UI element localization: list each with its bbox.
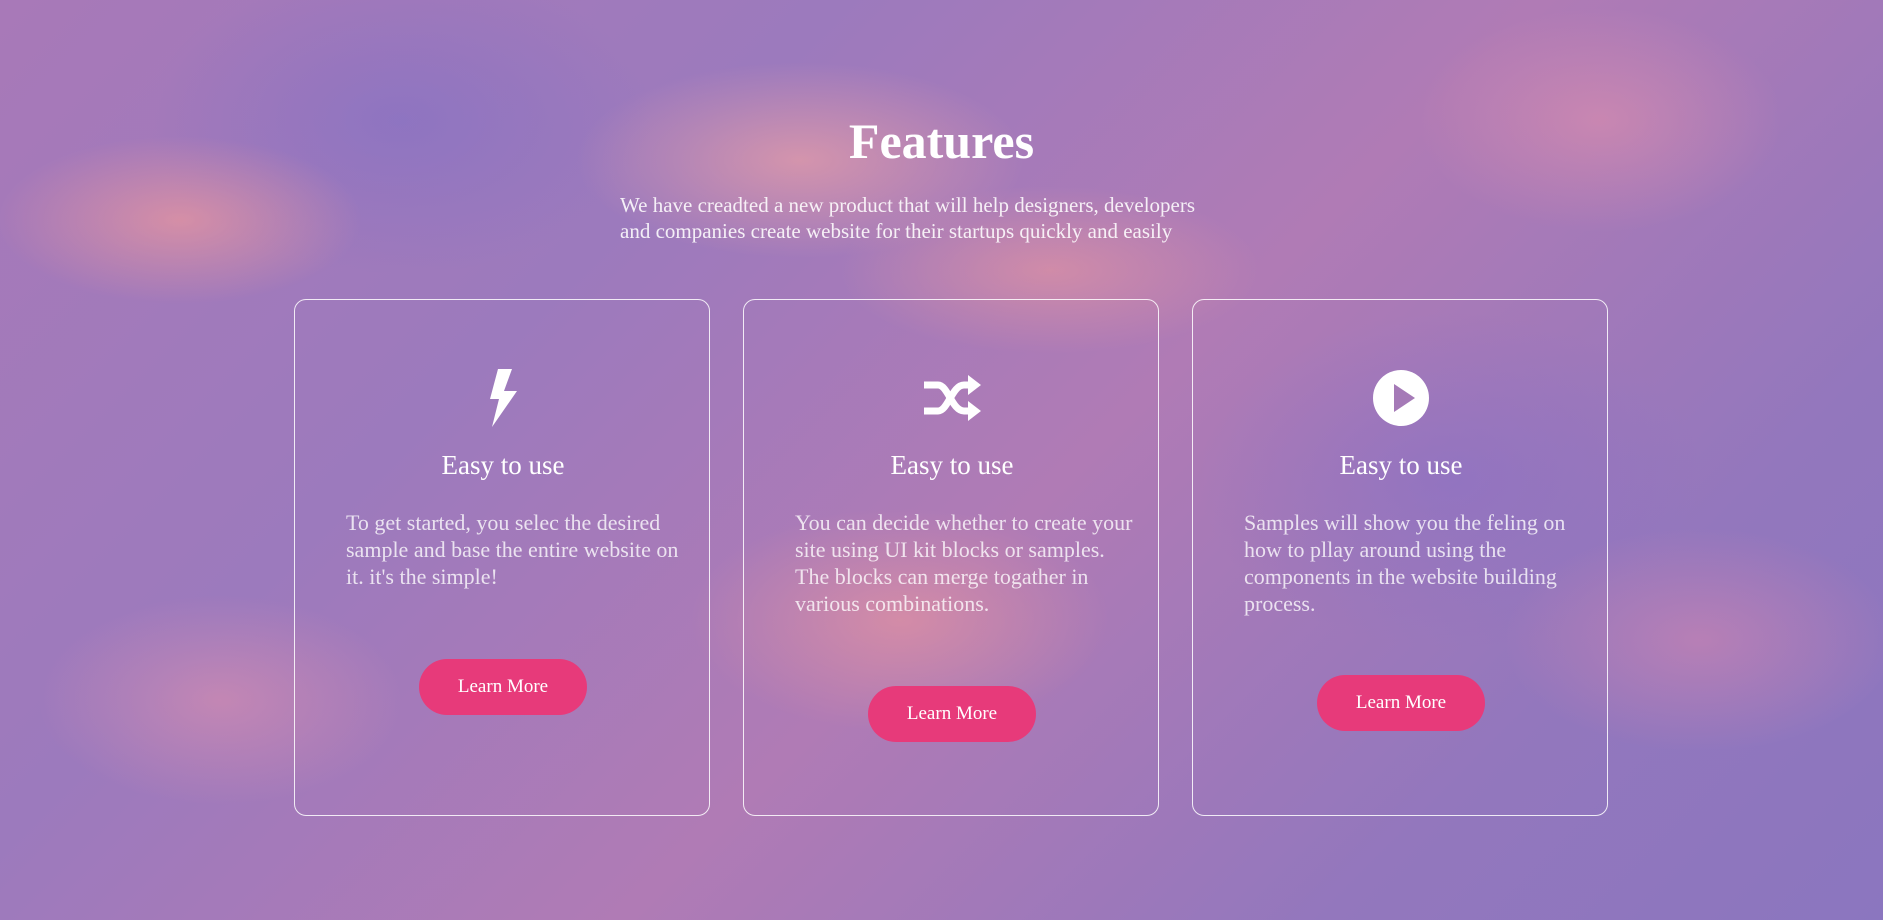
learn-more-button[interactable]: Learn More <box>419 659 587 715</box>
learn-more-button[interactable]: Learn More <box>1317 675 1485 731</box>
card-title: Easy to use <box>1339 450 1463 480</box>
card-title: Easy to use <box>441 450 565 480</box>
card-text: To get started, you selec the desired sa… <box>346 510 679 589</box>
subtitle-line-2: and companies create website for their s… <box>620 219 1173 243</box>
learn-more-button[interactable]: Learn More <box>868 686 1036 742</box>
feature-card-3: Easy to use Samples will show you the fe… <box>1192 299 1608 816</box>
page-title: Features <box>848 113 1035 169</box>
lightning-bolt-icon <box>295 368 711 428</box>
card-text: You can decide whether to create your si… <box>795 510 1133 616</box>
page-subtitle: We have creadted a new product that will… <box>620 192 1280 244</box>
card-title: Easy to use <box>890 450 1014 480</box>
feature-cards: Easy to use To get started, you selec th… <box>294 299 1610 819</box>
subtitle-line-1: We have creadted a new product that will… <box>620 193 1196 217</box>
card-text: Samples will show you the feling on how … <box>1244 510 1566 616</box>
play-circle-icon <box>1193 368 1609 428</box>
feature-card-2: Easy to use You can decide whether to cr… <box>743 299 1159 816</box>
features-header: Features <box>0 110 1883 172</box>
feature-card-1: Easy to use To get started, you selec th… <box>294 299 710 816</box>
shuffle-icon <box>744 368 1160 428</box>
